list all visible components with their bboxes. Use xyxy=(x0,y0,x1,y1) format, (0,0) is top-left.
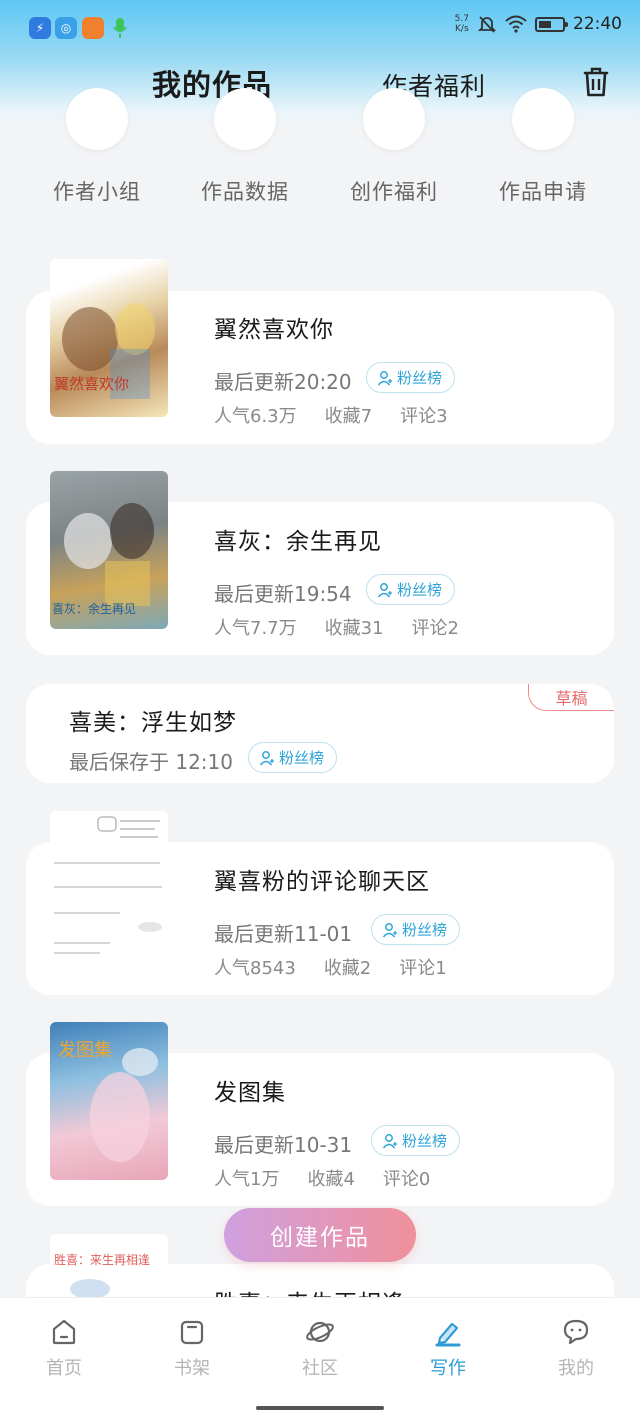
work-cover-image[interactable]: 胜喜：来生再相逢 xyxy=(50,1234,168,1304)
draft-badge: 草稿 xyxy=(528,684,614,711)
work-update-time: 最后更新11-01 xyxy=(214,922,353,946)
nav-mine[interactable]: 我的 xyxy=(536,1316,616,1380)
fan-ranking-label: 粉丝榜 xyxy=(402,921,448,939)
nav-label: 社区 xyxy=(302,1358,338,1379)
nav-home[interactable]: 首页 xyxy=(24,1316,104,1380)
bookshelf-icon xyxy=(180,1320,204,1345)
wifi-icon xyxy=(505,15,527,33)
entry-label: 作品数据 xyxy=(201,180,289,204)
nav-label: 写作 xyxy=(430,1358,466,1379)
comments: 评论3 xyxy=(400,406,448,427)
user-icon xyxy=(382,922,397,937)
popularity: 人气1万 xyxy=(214,1169,280,1190)
popularity: 人气8543 xyxy=(214,958,296,979)
browser-notification-icon: ◎ xyxy=(55,17,77,39)
nav-label: 首页 xyxy=(46,1358,82,1379)
work-update-time: 最后更新10-31 xyxy=(214,1133,353,1157)
fan-ranking-label: 粉丝榜 xyxy=(397,581,443,599)
taobao-notification-icon xyxy=(82,17,104,39)
popularity: 人气7.7万 xyxy=(214,618,297,639)
work-title: 喜美：浮生如梦 xyxy=(69,710,237,736)
fan-ranking-button[interactable]: 粉丝榜 xyxy=(366,574,456,605)
work-title: 翼然喜欢你 xyxy=(214,317,334,343)
app-notification-icon: ⚡ xyxy=(29,17,51,39)
quick-entries: 作者小组 作品数据 创作福利 作品申请 xyxy=(0,88,640,210)
trash-icon[interactable] xyxy=(582,66,610,98)
status-bar: ⚡ ◎ 5.7 K/s 22:40 xyxy=(0,0,640,56)
svg-text:胜喜：来生再相逢: 胜喜：来生再相逢 xyxy=(54,1252,150,1267)
home-icon xyxy=(52,1319,76,1345)
net-speed: 5.7 K/s xyxy=(454,14,469,34)
popularity: 人气6.3万 xyxy=(214,406,297,427)
favorites: 收藏2 xyxy=(323,958,372,979)
entry-label: 创作福利 xyxy=(350,180,438,204)
user-icon xyxy=(382,1133,397,1148)
comments: 评论1 xyxy=(399,958,447,979)
entry-works-application[interactable]: 作品申请 xyxy=(483,88,603,206)
entry-creation-benefits[interactable]: 创作福利 xyxy=(334,88,454,206)
fan-ranking-label: 粉丝榜 xyxy=(402,1132,448,1150)
work-title: 发图集 xyxy=(214,1080,286,1106)
chat-bubble-icon xyxy=(563,1319,589,1345)
work-title: 翼喜粉的评论聊天区 xyxy=(214,869,430,895)
user-icon xyxy=(259,750,274,765)
work-cover-image[interactable]: 翼然喜欢你 xyxy=(50,259,168,417)
svg-text:翼然喜欢你: 翼然喜欢你 xyxy=(54,375,129,393)
bottom-nav: 首页 书架 社区 写作 我的 xyxy=(0,1297,640,1422)
work-stats: 人气1万 收藏4 评论0 xyxy=(214,1165,458,1191)
work-stats: 人气8543 收藏2 评论1 xyxy=(214,954,475,980)
fan-ranking-label: 粉丝榜 xyxy=(397,369,443,387)
work-cover-image[interactable]: 发图集 xyxy=(50,1022,168,1180)
nav-label: 我的 xyxy=(558,1358,594,1379)
works-data-icon xyxy=(214,88,276,150)
mic-icon xyxy=(109,17,131,39)
entry-works-data[interactable]: 作品数据 xyxy=(185,88,305,206)
author-group-icon xyxy=(66,88,128,150)
favorites: 收藏4 xyxy=(307,1169,355,1190)
nav-label: 书架 xyxy=(174,1358,210,1379)
entry-label: 作品申请 xyxy=(499,180,587,204)
work-update-time: 最后更新19:54 xyxy=(214,582,352,606)
nav-community[interactable]: 社区 xyxy=(280,1316,360,1380)
favorites: 收藏31 xyxy=(324,618,384,639)
pen-icon xyxy=(435,1322,461,1347)
fan-ranking-button[interactable]: 粉丝榜 xyxy=(366,362,456,393)
comments: 评论2 xyxy=(411,618,459,639)
svg-text:喜灰：余生再见: 喜灰：余生再见 xyxy=(52,601,136,616)
planet-icon xyxy=(306,1321,334,1343)
fan-ranking-button[interactable]: 粉丝榜 xyxy=(371,914,461,945)
svg-text:发图集: 发图集 xyxy=(58,1040,112,1061)
work-stats: 人气6.3万 收藏7 评论3 xyxy=(214,402,476,428)
fan-ranking-button[interactable]: 粉丝榜 xyxy=(371,1125,461,1156)
work-title: 喜灰：余生再见 xyxy=(214,529,382,555)
creation-benefits-icon xyxy=(363,88,425,150)
work-update-time: 最后更新20:20 xyxy=(214,370,352,394)
favorites: 收藏7 xyxy=(324,406,373,427)
home-indicator[interactable] xyxy=(256,1406,384,1410)
user-icon xyxy=(377,370,392,385)
work-cover-image[interactable]: 喜灰：余生再见 xyxy=(50,471,168,629)
battery-icon xyxy=(535,16,568,32)
work-stats: 人气7.7万 收藏31 评论2 xyxy=(214,614,487,640)
create-work-button[interactable]: 创建作品 xyxy=(224,1208,416,1262)
entry-label: 作者小组 xyxy=(53,180,141,204)
status-time: 22:40 xyxy=(573,14,622,34)
work-cover-image[interactable] xyxy=(50,811,168,969)
entry-author-group[interactable]: 作者小组 xyxy=(37,88,157,206)
mute-bell-icon xyxy=(477,16,497,33)
nav-write[interactable]: 写作 xyxy=(408,1316,488,1380)
user-icon xyxy=(377,582,392,597)
nav-bookshelf[interactable]: 书架 xyxy=(152,1316,232,1380)
fan-ranking-label: 粉丝榜 xyxy=(279,749,325,767)
work-save-time: 最后保存于 12:10 xyxy=(69,750,233,774)
comments: 评论0 xyxy=(382,1169,431,1190)
fan-ranking-button[interactable]: 粉丝榜 xyxy=(248,742,338,773)
works-application-icon xyxy=(512,88,574,150)
